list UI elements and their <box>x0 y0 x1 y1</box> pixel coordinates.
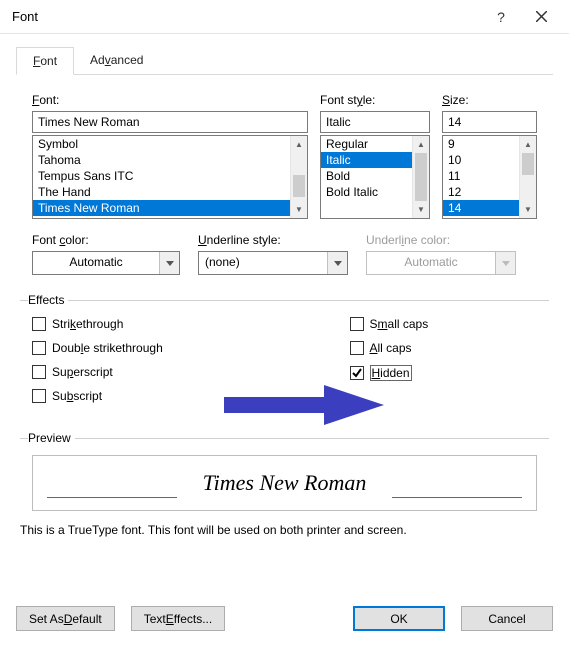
list-item[interactable]: 14 <box>443 200 519 216</box>
font-input[interactable] <box>32 111 308 133</box>
tab-font[interactable]: Font <box>16 47 74 75</box>
chevron-down-icon <box>327 252 347 274</box>
scroll-down-icon[interactable]: ▼ <box>413 201 429 218</box>
font-color-combo[interactable]: Automatic <box>32 251 180 275</box>
preview-box: Times New Roman <box>32 455 537 511</box>
scroll-up-icon[interactable]: ▲ <box>520 136 536 153</box>
list-item[interactable]: Regular <box>321 136 412 152</box>
subscript-checkbox[interactable]: Subscript <box>32 389 220 403</box>
size-label: Size: <box>442 93 537 107</box>
preview-group: Preview Times New Roman <box>20 431 549 515</box>
list-item[interactable]: 11 <box>443 168 519 184</box>
list-item[interactable]: Bold Italic <box>321 184 412 200</box>
scrollbar[interactable]: ▲ ▼ <box>412 136 429 218</box>
size-list[interactable]: 9 10 11 12 14 ▲ ▼ <box>442 135 537 219</box>
superscript-checkbox[interactable]: Superscript <box>32 365 220 379</box>
underline-style-label: Underline style: <box>198 233 348 247</box>
underline-color-label: Underline color: <box>366 233 516 247</box>
list-item[interactable]: Times New Roman <box>33 200 290 216</box>
size-input[interactable] <box>442 111 537 133</box>
list-item[interactable]: Symbol <box>33 136 290 152</box>
chevron-down-icon <box>495 252 515 274</box>
font-type-note: This is a TrueType font. This font will … <box>20 523 549 537</box>
dialog-tabs: Font Advanced <box>16 46 553 75</box>
all-caps-checkbox[interactable]: All caps <box>350 341 538 355</box>
hidden-checkbox[interactable]: Hidden <box>350 365 538 381</box>
small-caps-checkbox[interactable]: Small caps <box>350 317 538 331</box>
scroll-up-icon[interactable]: ▲ <box>413 136 429 153</box>
font-label: Font: <box>32 93 308 107</box>
double-strikethrough-checkbox[interactable]: Double strikethrough <box>32 341 220 355</box>
close-icon <box>536 11 547 22</box>
cancel-button[interactable]: Cancel <box>461 606 553 631</box>
scrollbar[interactable]: ▲ ▼ <box>290 136 307 218</box>
chevron-down-icon <box>159 252 179 274</box>
scrollbar[interactable]: ▲ ▼ <box>519 136 536 218</box>
font-list[interactable]: Symbol Tahoma Tempus Sans ITC The Hand T… <box>32 135 308 219</box>
help-button[interactable]: ? <box>481 2 521 32</box>
list-item[interactable]: 10 <box>443 152 519 168</box>
close-button[interactable] <box>521 2 561 32</box>
underline-style-combo[interactable]: (none) <box>198 251 348 275</box>
list-item[interactable]: Tahoma <box>33 152 290 168</box>
text-effects-button[interactable]: Text Effects... <box>131 606 226 631</box>
font-style-label: Font style: <box>320 93 430 107</box>
set-as-default-button[interactable]: Set As Default <box>16 606 115 631</box>
underline-color-combo: Automatic <box>366 251 516 275</box>
dialog-button-bar: Set As Default Text Effects... OK Cancel <box>16 606 553 631</box>
preview-text: Times New Roman <box>203 470 367 496</box>
font-color-label: Font color: <box>32 233 180 247</box>
list-item[interactable]: Italic <box>321 152 412 168</box>
list-item[interactable]: The Hand <box>33 184 290 200</box>
ok-button[interactable]: OK <box>353 606 445 631</box>
titlebar: Font ? <box>0 0 569 34</box>
scroll-down-icon[interactable]: ▼ <box>291 201 307 218</box>
list-item[interactable]: Tempus Sans ITC <box>33 168 290 184</box>
font-style-list[interactable]: Regular Italic Bold Bold Italic ▲ ▼ <box>320 135 430 219</box>
effects-legend: Effects <box>28 293 68 307</box>
list-item[interactable]: Bold <box>321 168 412 184</box>
font-style-input[interactable] <box>320 111 430 133</box>
scroll-down-icon[interactable]: ▼ <box>520 201 536 218</box>
font-dialog: Font ? Font Advanced Font: Symbol Tahoma… <box>0 0 569 645</box>
dialog-title: Font <box>12 9 481 24</box>
list-item[interactable]: 9 <box>443 136 519 152</box>
tab-advanced[interactable]: Advanced <box>74 47 159 75</box>
strikethrough-checkbox[interactable]: Strikethrough <box>32 317 220 331</box>
scroll-up-icon[interactable]: ▲ <box>291 136 307 153</box>
preview-legend: Preview <box>28 431 75 445</box>
list-item[interactable]: 12 <box>443 184 519 200</box>
effects-group: Effects Strikethrough Double strikethrou… <box>20 293 549 407</box>
